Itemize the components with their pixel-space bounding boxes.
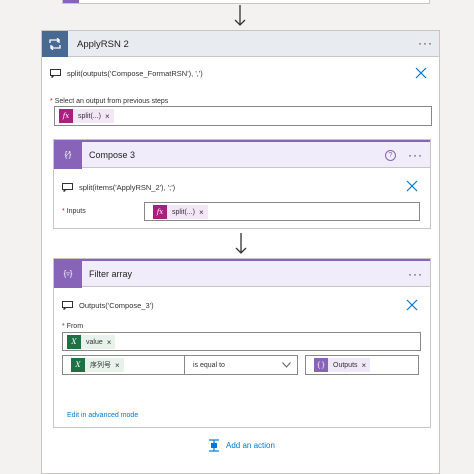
inputs-token[interactable]: fx split(...) × bbox=[153, 205, 208, 219]
apply-rsn2-close-button[interactable] bbox=[415, 67, 427, 79]
fx-icon: fx bbox=[153, 205, 167, 219]
compose3-close-button[interactable] bbox=[406, 180, 418, 192]
compose3-menu-button[interactable]: ··· bbox=[408, 149, 423, 161]
excel-icon: X bbox=[67, 335, 81, 349]
arrow-down-icon bbox=[234, 233, 248, 255]
select-output-token[interactable]: fx split(...) × bbox=[59, 109, 114, 123]
from-token[interactable]: X value × bbox=[67, 335, 116, 349]
add-action-label: Add an action bbox=[226, 441, 275, 450]
filter-array-expression-row: Outputs('Compose_3') bbox=[62, 301, 154, 310]
operator-value: is equal to bbox=[193, 361, 225, 369]
edit-advanced-mode-link[interactable]: Edit in advanced mode bbox=[67, 412, 138, 419]
compose3-title: Compose 3 bbox=[89, 150, 136, 160]
operator-select[interactable]: is equal to bbox=[184, 355, 298, 375]
apply-rsn2-menu-button[interactable]: ··· bbox=[418, 37, 433, 49]
loop-icon bbox=[42, 31, 68, 57]
filter-array-close-button[interactable] bbox=[406, 299, 418, 311]
select-output-token-remove[interactable]: × bbox=[105, 112, 110, 121]
add-action-button[interactable]: Add an action bbox=[208, 439, 275, 452]
compose3-expression-row: split(items('ApplyRSN_2'), ';') bbox=[62, 183, 175, 192]
message-icon bbox=[50, 69, 61, 78]
message-icon bbox=[62, 183, 73, 192]
inputs-label: * Inputs bbox=[62, 208, 86, 215]
filter-array-card: {▿} Filter array ··· Outputs('Compose_3'… bbox=[53, 258, 431, 428]
apply-rsn2-header[interactable]: ApplyRSN 2 ··· bbox=[42, 31, 439, 57]
chevron-down-icon bbox=[282, 362, 291, 368]
compose3-card: {∕} Compose 3 ? ··· split(items('ApplyRS… bbox=[53, 139, 431, 229]
compose3-header[interactable]: {∕} Compose 3 ? ··· bbox=[54, 140, 430, 169]
condition-left-token[interactable]: X 序列号 × bbox=[71, 358, 124, 372]
fx-icon: fx bbox=[59, 109, 73, 123]
inputs-token-remove[interactable]: × bbox=[199, 208, 204, 217]
close-icon bbox=[406, 180, 418, 192]
previous-card-accent bbox=[63, 0, 79, 3]
help-icon[interactable]: ? bbox=[385, 150, 396, 161]
compose-icon: {} bbox=[314, 358, 328, 372]
excel-icon: X bbox=[71, 358, 85, 372]
filter-icon: {▿} bbox=[54, 259, 82, 288]
filter-array-title: Filter array bbox=[89, 269, 133, 279]
compose-icon: {∕} bbox=[54, 140, 82, 169]
message-icon bbox=[62, 301, 73, 310]
close-icon bbox=[406, 299, 418, 311]
close-icon bbox=[415, 67, 427, 79]
apply-rsn2-expression-row: split(outputs('Compose_FormatRSN'), ',') bbox=[50, 69, 203, 78]
condition-right-token-remove[interactable]: × bbox=[362, 361, 367, 370]
add-action-icon bbox=[209, 439, 219, 452]
condition-right-token[interactable]: {} Outputs × bbox=[314, 358, 371, 372]
filter-array-expression: Outputs('Compose_3') bbox=[79, 301, 154, 310]
compose3-expression: split(items('ApplyRSN_2'), ';') bbox=[79, 183, 176, 192]
condition-left-token-remove[interactable]: × bbox=[115, 361, 120, 370]
apply-rsn2-container: ApplyRSN 2 ··· split(outputs('Compose_Fo… bbox=[41, 30, 440, 474]
from-token-remove[interactable]: × bbox=[107, 338, 112, 347]
previous-card-stub bbox=[62, 0, 430, 4]
filter-array-header[interactable]: {▿} Filter array ··· bbox=[54, 259, 430, 288]
apply-rsn2-title: ApplyRSN 2 bbox=[77, 39, 129, 50]
from-label: * From bbox=[62, 323, 84, 330]
filter-array-menu-button[interactable]: ··· bbox=[408, 268, 423, 280]
arrow-down-icon bbox=[233, 5, 247, 27]
apply-rsn2-expression: split(outputs('Compose_FormatRSN'), ',') bbox=[67, 69, 203, 78]
select-output-label: * Select an output from previous steps bbox=[50, 98, 169, 105]
from-field[interactable] bbox=[62, 332, 421, 351]
